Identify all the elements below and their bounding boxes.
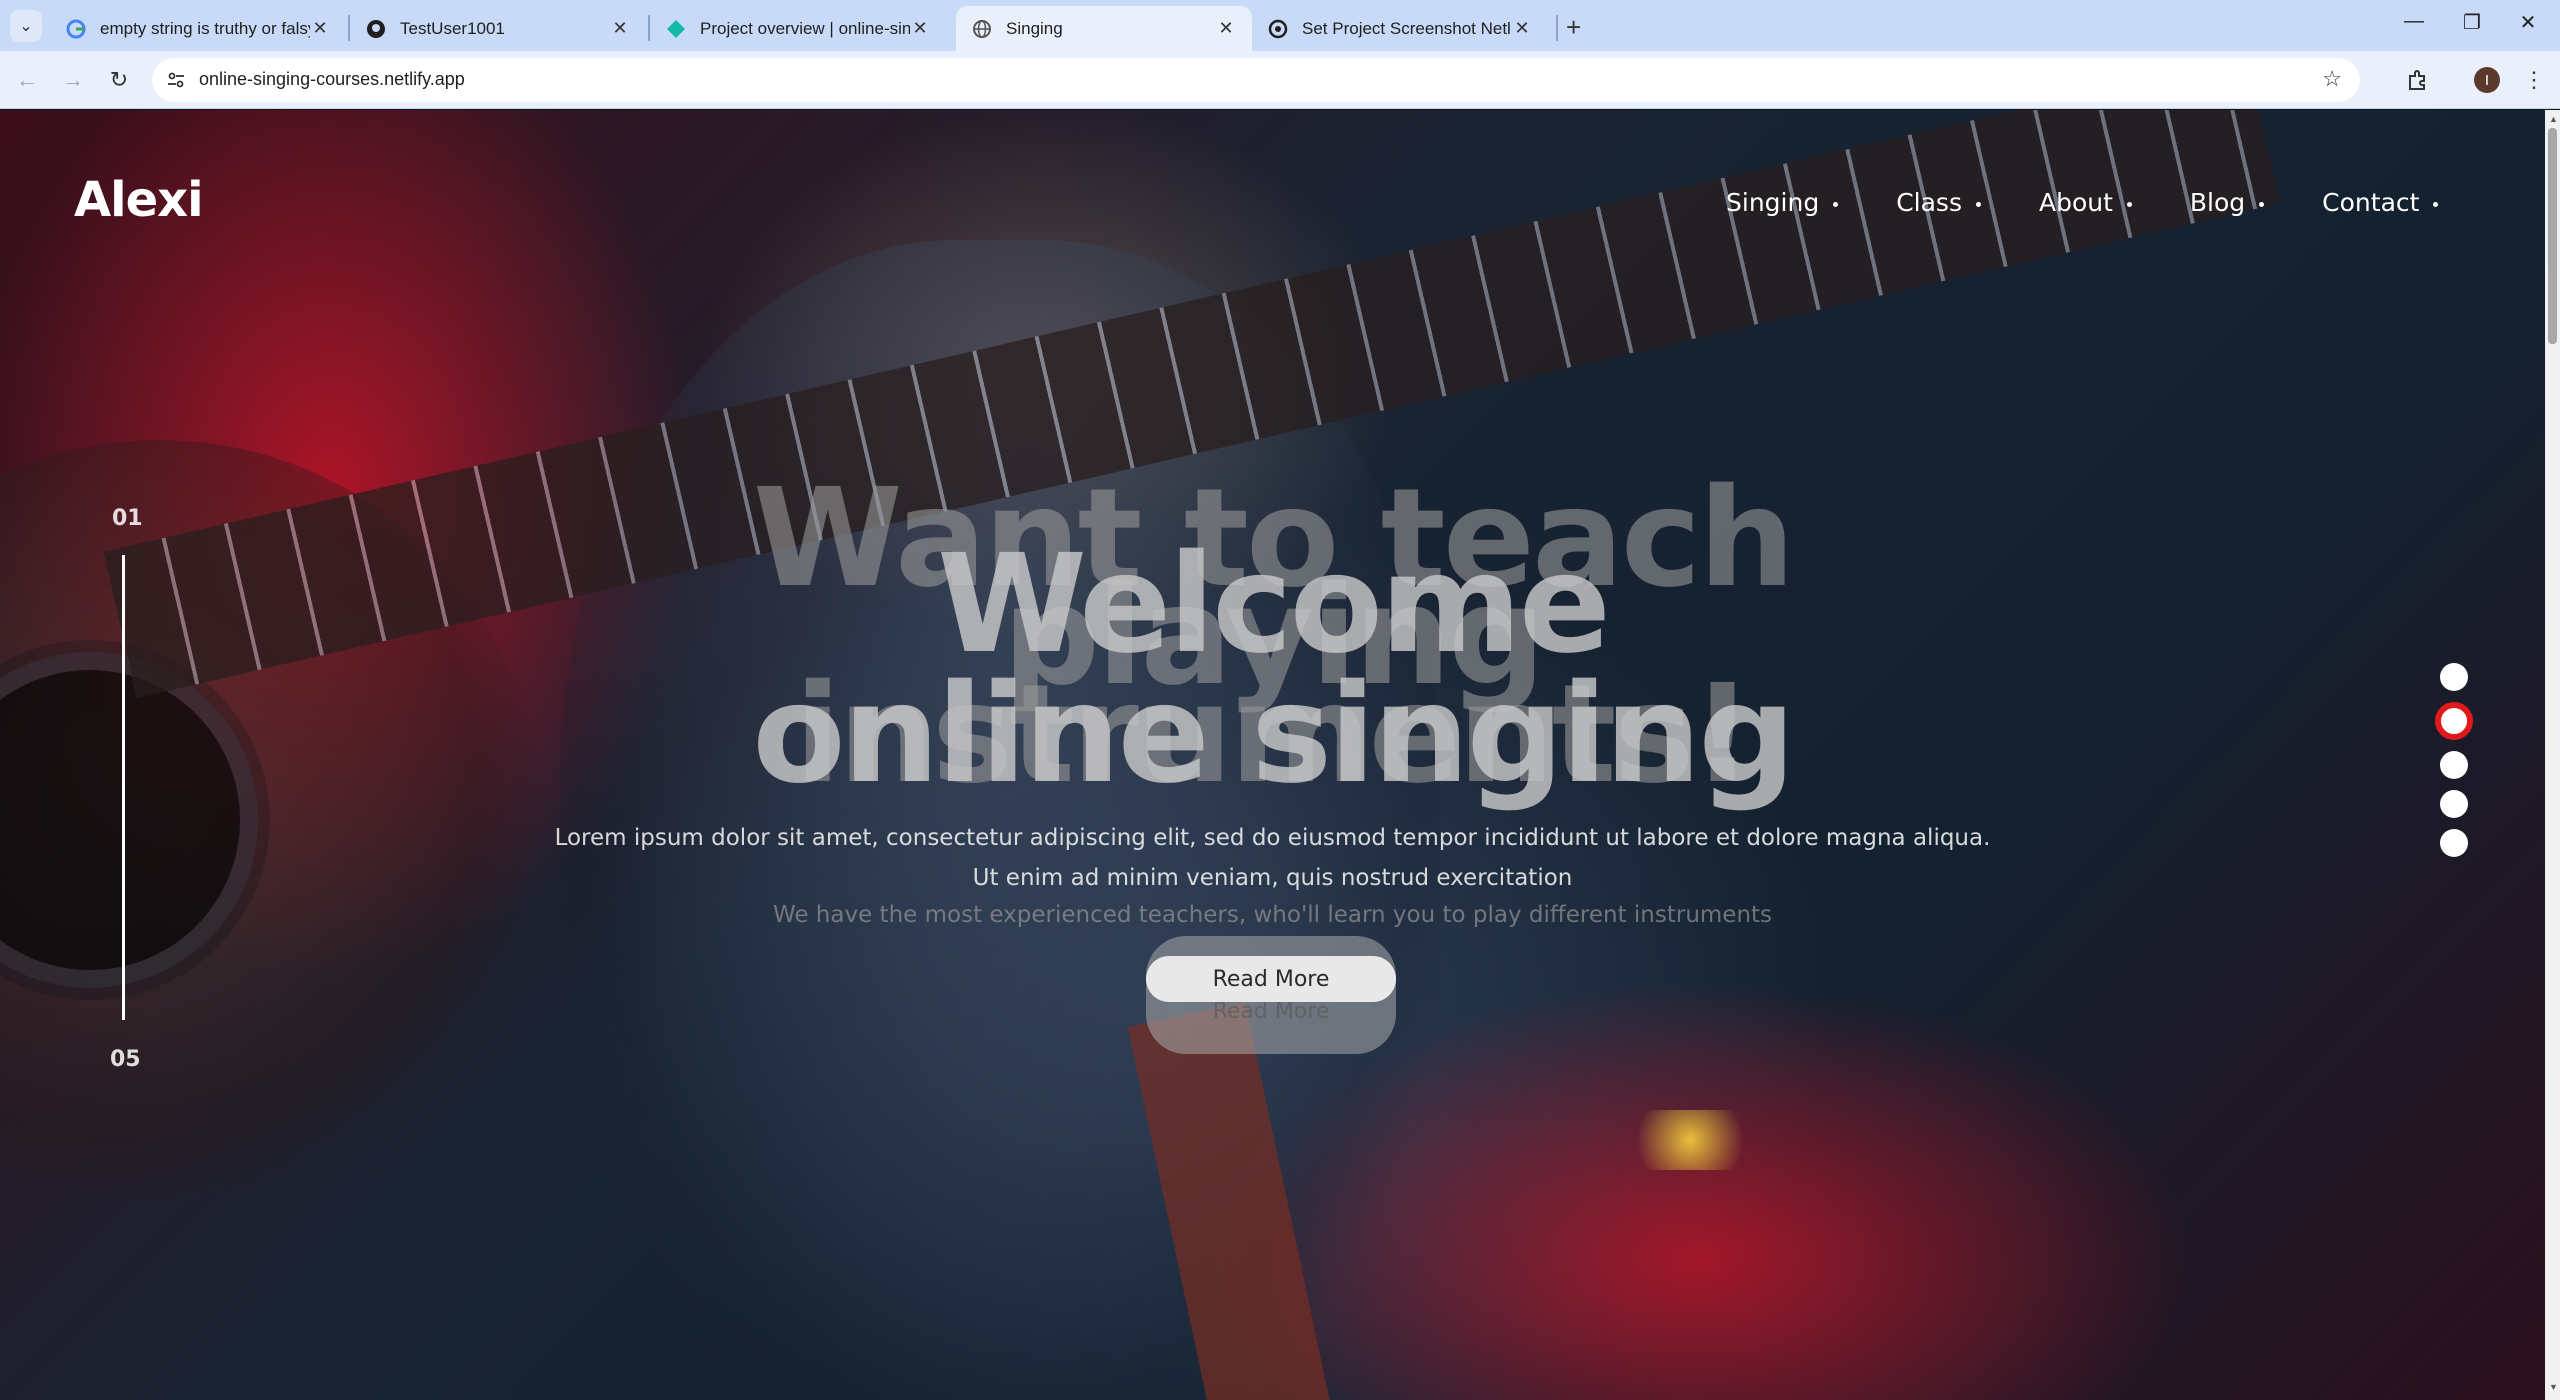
browser-tab[interactable]: empty string is truthy or falsy - ✕ bbox=[50, 6, 346, 51]
restore-icon[interactable]: ❐ bbox=[2452, 10, 2492, 35]
window-close-icon[interactable]: ✕ bbox=[2508, 10, 2548, 35]
nav-dropdown-dot-icon bbox=[1833, 201, 1839, 207]
nav-item-label: Blog bbox=[2189, 188, 2246, 217]
hero-ghost-description: We have the most experienced teachers, w… bbox=[772, 902, 1773, 928]
tab-search-button[interactable]: ⌄ bbox=[10, 10, 42, 42]
close-icon[interactable]: ✕ bbox=[610, 18, 630, 39]
tab-title: Singing bbox=[1006, 18, 1063, 38]
scroll-down-arrow-icon[interactable]: ▼ bbox=[2549, 1382, 2558, 1392]
pagination-dot[interactable] bbox=[2440, 829, 2468, 857]
bookmark-star-icon[interactable]: ☆ bbox=[2322, 66, 2342, 92]
pagination-dot[interactable] bbox=[2440, 663, 2468, 691]
nav-item-contact[interactable]: Contact bbox=[2322, 188, 2439, 217]
forward-icon[interactable]: → bbox=[56, 63, 90, 97]
address-bar[interactable]: online-singing-courses.netlify.app ☆ bbox=[152, 58, 2360, 102]
tab-separator bbox=[1556, 15, 1558, 41]
menu-kebab-icon[interactable]: ⋮ bbox=[2518, 64, 2550, 96]
url-text: online-singing-courses.netlify.app bbox=[199, 69, 465, 89]
profile-avatar[interactable]: I bbox=[2474, 67, 2500, 93]
nav-item-class[interactable]: Class bbox=[1896, 188, 1981, 217]
site-logo[interactable]: Alexi bbox=[74, 172, 204, 228]
openai-icon bbox=[1268, 19, 1288, 39]
chevron-down-icon: ⌄ bbox=[19, 18, 33, 35]
globe-icon bbox=[972, 19, 992, 39]
pagination-dot[interactable] bbox=[2440, 751, 2468, 779]
hero-title: Welcome online singing bbox=[0, 526, 2545, 814]
hero-background-lights bbox=[1620, 1110, 1760, 1170]
netlify-icon bbox=[666, 19, 686, 39]
nav-dropdown-dot-icon bbox=[2433, 201, 2439, 207]
close-icon[interactable]: ✕ bbox=[910, 18, 930, 39]
slider-pagination bbox=[2435, 663, 2473, 868]
nav-dropdown-dot-icon bbox=[2126, 201, 2132, 207]
read-more-button[interactable]: Read More bbox=[1146, 956, 1396, 1002]
site-info-icon[interactable] bbox=[164, 68, 188, 92]
scroll-up-arrow-icon[interactable]: ▲ bbox=[2549, 114, 2558, 124]
hero-description: Lorem ipsum dolor sit amet, consectetur … bbox=[0, 818, 2545, 898]
nav-item-label: About bbox=[2038, 188, 2113, 217]
nav-item-label: Contact bbox=[2322, 188, 2420, 217]
scrollbar-thumb[interactable] bbox=[2548, 128, 2557, 344]
nav-dropdown-dot-icon bbox=[1975, 201, 1981, 207]
tab-title: empty string is truthy or falsy - bbox=[100, 18, 310, 38]
reload-icon[interactable]: ↻ bbox=[102, 63, 136, 97]
tab-title: Set Project Screenshot Netlify bbox=[1302, 18, 1512, 38]
hero-title-line: Welcome bbox=[936, 526, 1611, 684]
github-icon bbox=[366, 19, 386, 39]
nav-item-singing[interactable]: Singing bbox=[1726, 188, 1839, 217]
browser-tab-active[interactable]: Singing ✕ bbox=[956, 6, 1252, 51]
site-nav: Singing Class About Blog Contact bbox=[1726, 188, 2439, 217]
nav-item-label: Singing bbox=[1726, 188, 1820, 217]
nav-dropdown-dot-icon bbox=[2259, 201, 2265, 207]
close-icon[interactable]: ✕ bbox=[310, 18, 330, 39]
hero-title-line: online singing bbox=[752, 656, 1795, 814]
extensions-icon[interactable] bbox=[2402, 64, 2434, 96]
minimize-icon[interactable]: — bbox=[2394, 10, 2434, 33]
browser-tabstrip: ⌄ empty string is truthy or falsy - ✕ Te… bbox=[0, 0, 2560, 51]
pagination-dot[interactable] bbox=[2440, 790, 2468, 818]
nav-item-about[interactable]: About bbox=[2039, 188, 2132, 217]
pagination-dot-active[interactable] bbox=[2435, 702, 2473, 740]
browser-tab[interactable]: Set Project Screenshot Netlify ✕ bbox=[1252, 6, 1548, 51]
nav-item-blog[interactable]: Blog bbox=[2189, 188, 2265, 217]
hero-description-line: Lorem ipsum dolor sit amet, consectetur … bbox=[554, 825, 1991, 851]
browser-toolbar: ← → ↻ online-singing-courses.netlify.app… bbox=[0, 51, 2560, 109]
slide-counter-total: 05 bbox=[110, 1047, 141, 1072]
google-icon bbox=[66, 19, 86, 39]
tab-title: Project overview | online-singin bbox=[700, 18, 910, 38]
back-icon[interactable]: ← bbox=[10, 63, 44, 97]
hero-description-line: Ut enim ad minim veniam, quis nostrud ex… bbox=[972, 865, 1573, 891]
close-icon[interactable]: ✕ bbox=[1512, 18, 1532, 39]
nav-item-label: Class bbox=[1896, 188, 1962, 217]
browser-tab[interactable]: Project overview | online-singin ✕ bbox=[650, 6, 946, 51]
tab-title: TestUser1001 bbox=[400, 18, 505, 38]
close-icon[interactable]: ✕ bbox=[1216, 18, 1236, 39]
hero-section: Alexi Singing Class About Blog Contact 0… bbox=[0, 110, 2545, 1400]
browser-tab[interactable]: TestUser1001 ✕ bbox=[350, 6, 646, 51]
new-tab-icon[interactable]: + bbox=[1566, 12, 1581, 43]
